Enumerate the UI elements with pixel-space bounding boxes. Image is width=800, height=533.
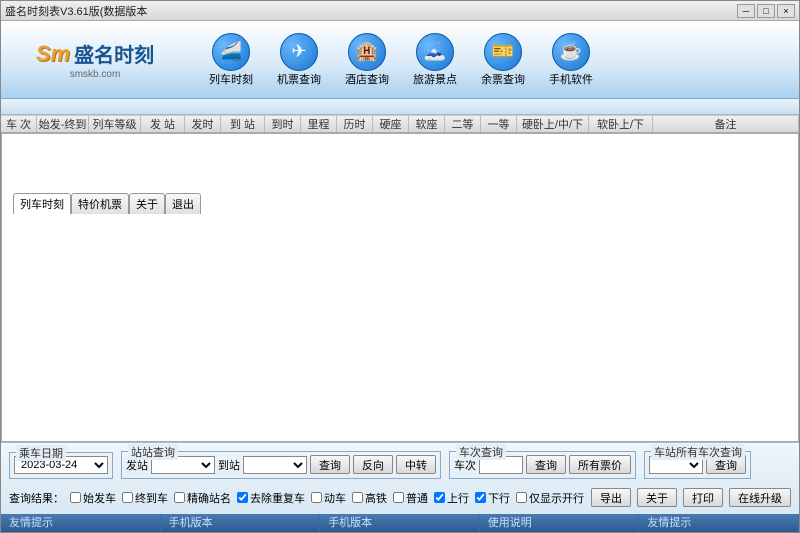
- col-train-no[interactable]: 车 次: [1, 116, 37, 132]
- status-tips2[interactable]: 友情提示: [639, 514, 799, 532]
- tab-exit[interactable]: 退出: [165, 193, 201, 214]
- reverse-button[interactable]: 反向: [353, 455, 393, 474]
- nav-train-schedule[interactable]: 🚄列车时刻: [209, 33, 253, 87]
- col-arrive-time[interactable]: 到时: [265, 116, 301, 132]
- statusbar: 友情提示 手机版本 手机版本 使用说明 友情提示: [1, 514, 799, 532]
- window-title: 盛名时刻表V3.61版(数据版本: [5, 3, 147, 19]
- print-button[interactable]: 打印: [683, 488, 723, 507]
- date-fieldset: 乘车日期 2023-03-24: [9, 452, 113, 479]
- nav-mobile-app[interactable]: ☕手机软件: [549, 33, 593, 87]
- col-second-class[interactable]: 二等: [445, 116, 481, 132]
- col-depart-time[interactable]: 发时: [185, 116, 221, 132]
- transfer-button[interactable]: 中转: [396, 455, 436, 474]
- nav-ticket-query[interactable]: 🎫余票查询: [481, 33, 525, 87]
- station-query-label: 站站查询: [128, 444, 178, 460]
- nav-label: 列车时刻: [209, 71, 253, 87]
- nav-label: 手机软件: [549, 71, 593, 87]
- main-nav: 🚄列车时刻 ✈机票查询 🏨酒店查询 🗻旅游景点 🎫余票查询 ☕手机软件: [209, 33, 593, 87]
- chk-running-only[interactable]: 仅显示开行: [516, 490, 584, 506]
- plane-icon: ✈: [280, 33, 318, 71]
- train-query-button[interactable]: 查询: [526, 455, 566, 474]
- logo-cn: 盛名时刻: [74, 39, 154, 68]
- chk-normal[interactable]: 普通: [393, 490, 428, 506]
- chk-up[interactable]: 上行: [434, 490, 469, 506]
- chk-exact-station[interactable]: 精确站名: [174, 490, 231, 506]
- scenic-icon: 🗻: [416, 33, 454, 71]
- chk-down[interactable]: 下行: [475, 490, 510, 506]
- col-duration[interactable]: 历时: [337, 116, 373, 132]
- col-origin-dest[interactable]: 始发-终到: [37, 116, 89, 132]
- to-station-select[interactable]: [243, 456, 307, 474]
- col-train-class[interactable]: 列车等级: [89, 116, 141, 132]
- all-price-button[interactable]: 所有票价: [569, 455, 631, 474]
- header: Sm 盛名时刻 smskb.com 🚄列车时刻 ✈机票查询 🏨酒店查询 🗻旅游景…: [1, 21, 799, 99]
- maximize-button[interactable]: □: [757, 4, 775, 18]
- logo: Sm 盛名时刻 smskb.com: [1, 39, 181, 80]
- train-query-label: 车次查询: [456, 444, 506, 460]
- minimize-button[interactable]: ─: [737, 4, 755, 18]
- logo-url: smskb.com: [70, 69, 121, 80]
- nav-hotel-query[interactable]: 🏨酒店查询: [345, 33, 389, 87]
- col-soft-sleeper[interactable]: 软卧上/下: [589, 116, 653, 132]
- col-depart-station[interactable]: 发 站: [141, 116, 185, 132]
- nav-label: 酒店查询: [345, 71, 389, 87]
- chk-hsr[interactable]: 高铁: [352, 490, 387, 506]
- nav-scenic-spots[interactable]: 🗻旅游景点: [413, 33, 457, 87]
- col-first-class[interactable]: 一等: [481, 116, 517, 132]
- all-station-label: 车站所有车次查询: [651, 444, 745, 460]
- status-help[interactable]: 使用说明: [480, 514, 640, 532]
- station-fieldset: 站站查询 发站 到站 查询 反向 中转: [121, 451, 441, 479]
- close-button[interactable]: ×: [777, 4, 795, 18]
- tab-schedule[interactable]: 列车时刻: [13, 193, 71, 214]
- export-button[interactable]: 导出: [591, 488, 631, 507]
- col-arrive-station[interactable]: 到 站: [221, 116, 265, 132]
- table-header: 车 次 始发-终到 列车等级 发 站 发时 到 站 到时 里程 历时 硬座 软座…: [1, 115, 799, 133]
- chk-remove-dup[interactable]: 去除重复车: [237, 490, 305, 506]
- col-remark[interactable]: 备注: [653, 116, 799, 132]
- query-panel: 乘车日期 2023-03-24 站站查询 发站 到站 查询 反向 中转 车次查询…: [1, 442, 799, 514]
- logo-mark: Sm: [36, 41, 70, 67]
- train-icon: 🚄: [212, 33, 250, 71]
- tab-strip: 列车时刻 特价机票 关于 退出: [1, 99, 799, 115]
- status-mobile1[interactable]: 手机版本: [161, 514, 321, 532]
- mobile-icon: ☕: [552, 33, 590, 71]
- nav-label: 余票查询: [481, 71, 525, 87]
- chk-emu[interactable]: 动车: [311, 490, 346, 506]
- station-query-button[interactable]: 查询: [310, 455, 350, 474]
- titlebar: 盛名时刻表V3.61版(数据版本 ─ □ ×: [1, 1, 799, 21]
- col-soft-seat[interactable]: 软座: [409, 116, 445, 132]
- status-mobile2[interactable]: 手机版本: [320, 514, 480, 532]
- col-distance[interactable]: 里程: [301, 116, 337, 132]
- status-tips[interactable]: 友情提示: [1, 514, 161, 532]
- results-table[interactable]: [1, 133, 799, 442]
- hotel-icon: 🏨: [348, 33, 386, 71]
- chk-terminal[interactable]: 终到车: [122, 490, 168, 506]
- date-label: 乘车日期: [16, 445, 66, 461]
- col-hard-sleeper[interactable]: 硬卧上/中/下: [517, 116, 589, 132]
- tab-discount-flights[interactable]: 特价机票: [71, 193, 129, 214]
- chk-origin[interactable]: 始发车: [70, 490, 116, 506]
- about-button[interactable]: 关于: [637, 488, 677, 507]
- result-label: 查询结果：: [9, 490, 64, 506]
- tab-about[interactable]: 关于: [129, 193, 165, 214]
- to-label: 到站: [218, 457, 240, 473]
- col-hard-seat[interactable]: 硬座: [373, 116, 409, 132]
- train-fieldset: 车次查询 车次 查询 所有票价: [449, 451, 636, 479]
- nav-label: 机票查询: [277, 71, 321, 87]
- nav-label: 旅游景点: [413, 71, 457, 87]
- all-station-fieldset: 车站所有车次查询 查询: [644, 451, 751, 479]
- nav-flight-query[interactable]: ✈机票查询: [277, 33, 321, 87]
- ticket-icon: 🎫: [484, 33, 522, 71]
- upgrade-button[interactable]: 在线升级: [729, 488, 791, 507]
